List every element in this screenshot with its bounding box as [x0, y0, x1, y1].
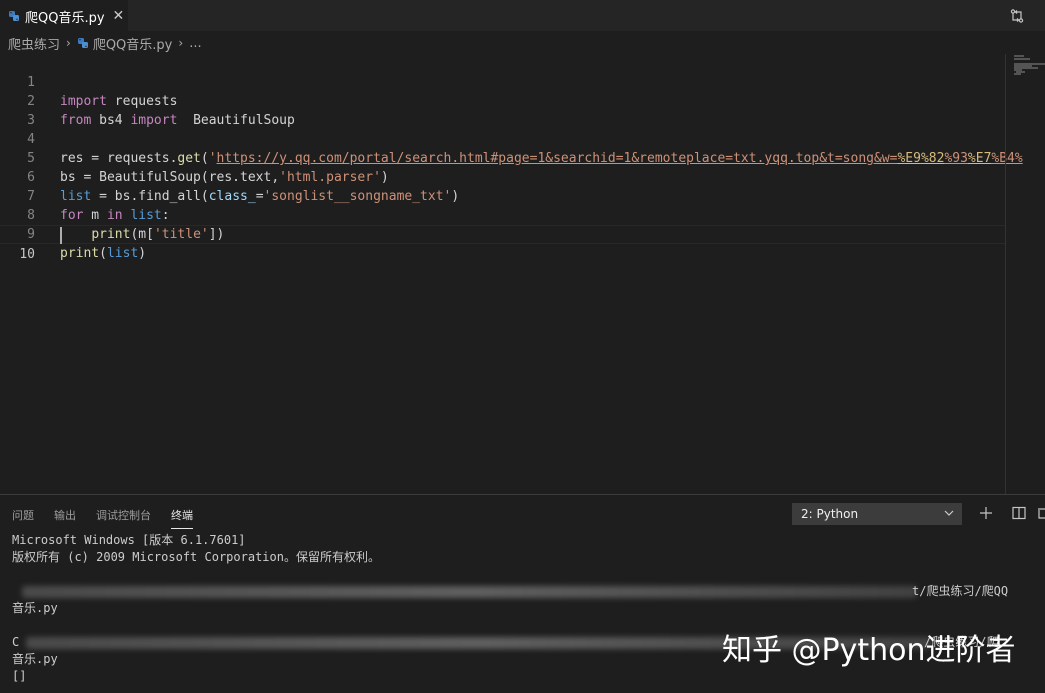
- terminal-line: []: [12, 669, 27, 683]
- terminal-line: 音乐.py: [12, 652, 58, 666]
- breadcrumb-folder[interactable]: 爬虫练习: [8, 34, 60, 53]
- tab-output[interactable]: 输出: [54, 507, 76, 523]
- tab-active-file[interactable]: 爬QQ音乐.py ✕: [0, 0, 128, 32]
- text-cursor: [60, 227, 62, 244]
- tab-problems[interactable]: 问题: [12, 507, 34, 523]
- code-line: 7 for m in list:: [0, 168, 1005, 223]
- terminal-line: Microsoft Windows [版本 6.1.7601]: [12, 533, 246, 547]
- breadcrumb: 爬虫练习 › 爬QQ音乐.py › ...: [0, 32, 1045, 54]
- watermark: 知乎 @Python进阶者: [722, 633, 1016, 668]
- split-terminal-icon[interactable]: [1011, 505, 1027, 521]
- editor-tab-bar: 爬QQ音乐.py ✕: [0, 0, 1045, 32]
- minimap-line: [1014, 58, 1030, 60]
- editor-scrollbar[interactable]: [1005, 54, 1006, 494]
- redacted-text: [22, 586, 917, 598]
- tab-debug-console[interactable]: 调试控制台: [96, 507, 151, 523]
- code-line: 6 list = bs.find_all(class_='songlist__s…: [0, 149, 1005, 204]
- terminal-line: t/爬虫练习/爬QQ: [912, 584, 1009, 598]
- close-icon[interactable]: ✕: [113, 8, 125, 24]
- tab-label: 爬QQ音乐.py: [25, 10, 105, 26]
- code-text: ): [138, 246, 147, 261]
- code-line: 2 from bs4 import BeautifulSoup: [0, 73, 1005, 128]
- python-file-icon: [9, 11, 19, 21]
- breadcrumb-file[interactable]: 爬QQ音乐.py: [93, 34, 173, 53]
- plus-icon[interactable]: [978, 505, 994, 521]
- code-editor[interactable]: 1 import requests 2 from bs4 import Beau…: [0, 54, 1045, 494]
- code-text: (: [99, 246, 107, 261]
- terminal-line: 版权所有 (c) 2009 Microsoft Corporation。保留所有…: [12, 550, 380, 564]
- panel-tabs: 问题 输出 调试控制台 终端 2: Python: [0, 495, 1045, 533]
- chevron-right-icon: ›: [66, 36, 71, 50]
- chevron-down-icon: [944, 510, 954, 516]
- minimap[interactable]: [1012, 54, 1045, 494]
- code-line: 5 bs = BeautifulSoup(res.text,'html.pars…: [0, 130, 1005, 185]
- code-line: 9 print(list): [0, 206, 1005, 261]
- current-line: 10: [0, 225, 1005, 262]
- breadcrumb-more[interactable]: ...: [189, 36, 201, 51]
- code-line: 8 print(m['title']): [0, 187, 1005, 242]
- code-line: 4 res = requests.get('https://y.qq.com/p…: [0, 111, 1023, 166]
- terminal-select[interactable]: 2: Python: [792, 503, 962, 525]
- terminal-line: C: [12, 635, 20, 649]
- trash-icon[interactable]: [1037, 505, 1045, 521]
- tab-terminal[interactable]: 终端: [171, 507, 193, 529]
- chevron-right-icon: ›: [178, 36, 184, 50]
- minimap-line: [1014, 55, 1024, 57]
- code-line: 3: [0, 92, 1005, 128]
- open-changes-icon[interactable]: [1009, 8, 1025, 24]
- terminal-select-value: 2: Python: [801, 507, 859, 521]
- code-line: 1 import requests: [0, 54, 1005, 109]
- terminal-line: 音乐.py: [12, 601, 58, 615]
- minimap-line: [1014, 73, 1021, 75]
- line-number: 10: [19, 247, 35, 262]
- python-file-icon: [77, 38, 88, 48]
- function-name: print: [60, 246, 100, 261]
- builtin-name: list: [106, 246, 139, 261]
